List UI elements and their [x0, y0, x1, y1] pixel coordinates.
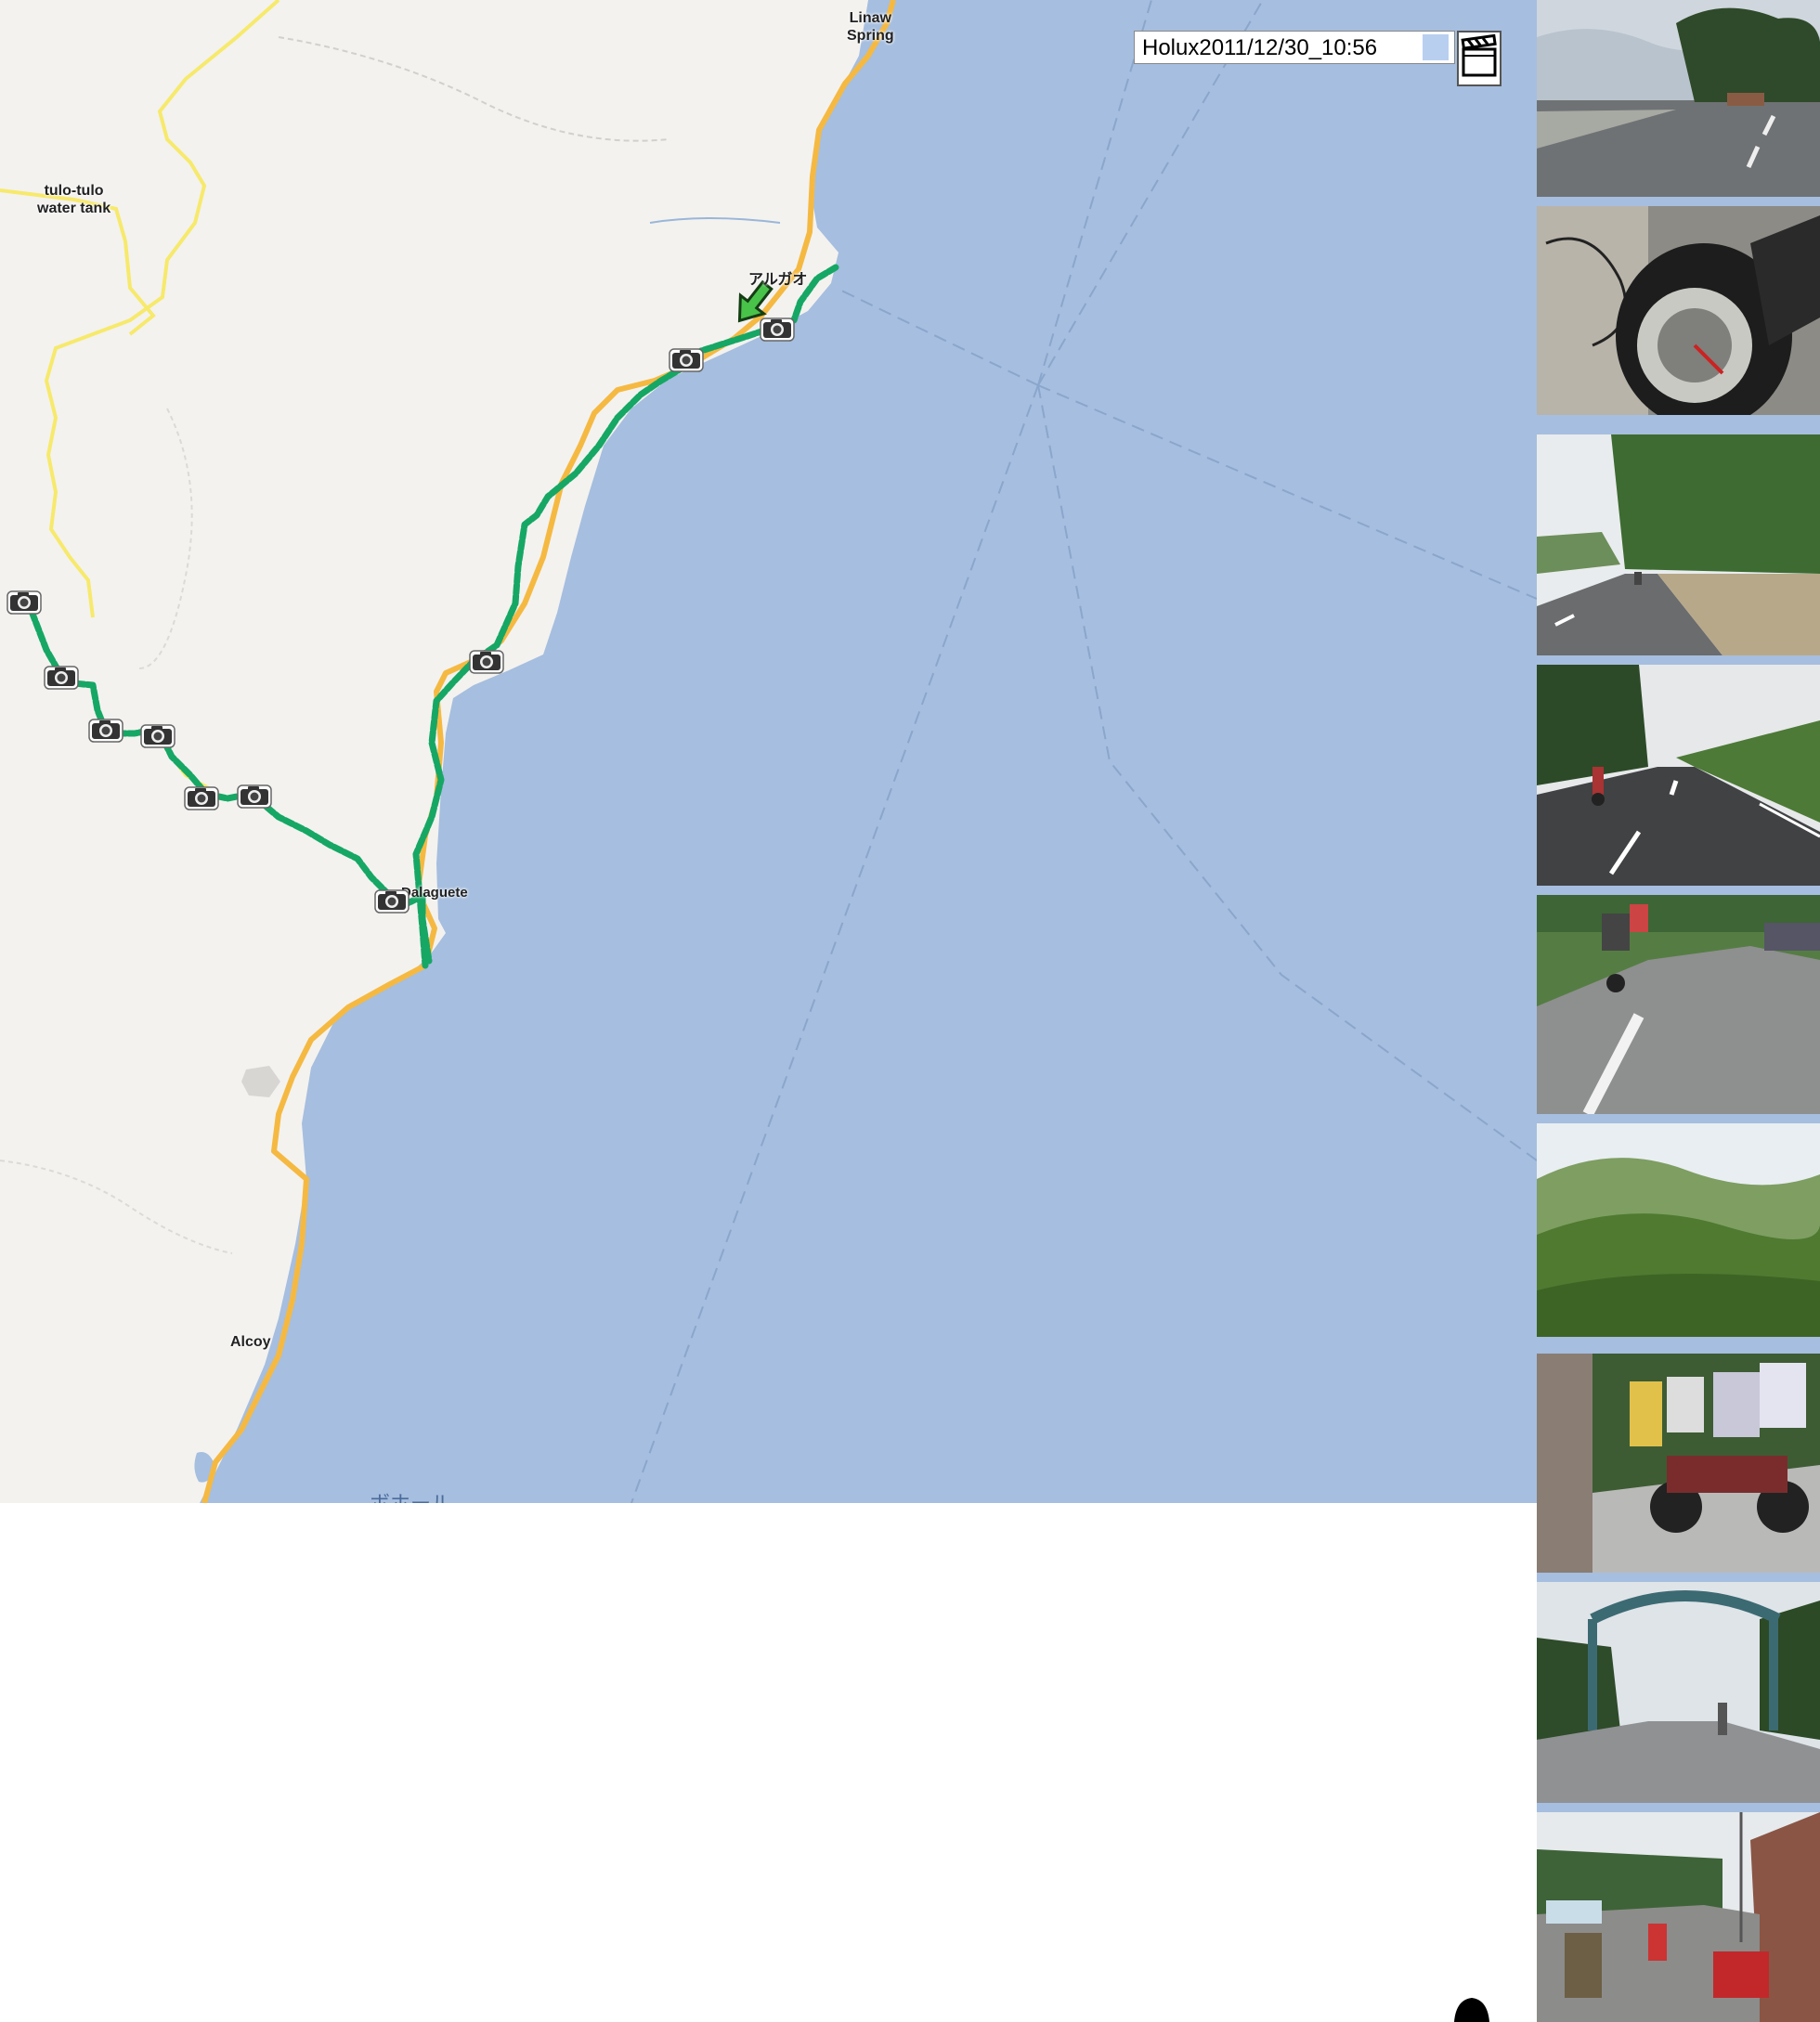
camera-icon[interactable] — [6, 588, 43, 616]
photo-strip[interactable] — [1537, 0, 1820, 2022]
camera-icon[interactable] — [43, 663, 80, 691]
map-view[interactable]: Linaw Spring tulo-tulo water tank アルガオ D… — [0, 0, 1537, 1503]
camera-icon[interactable] — [87, 716, 124, 744]
camera-icon[interactable] — [236, 782, 273, 810]
map-canvas — [0, 0, 1537, 1503]
track-title: Holux2011/12/30_10:56 — [1142, 35, 1378, 60]
camera-icon[interactable] — [668, 345, 705, 373]
street-view-pegman-icon[interactable] — [1449, 1994, 1495, 2022]
photo-thumbnail[interactable] — [1537, 0, 1820, 197]
photo-thumbnail[interactable] — [1537, 1354, 1820, 1573]
photo-thumbnail[interactable] — [1537, 665, 1820, 886]
photo-thumbnail[interactable] — [1537, 895, 1820, 1114]
place-label-water-tank: tulo-tulo water tank — [37, 183, 111, 216]
camera-icon[interactable] — [468, 647, 505, 675]
place-label-argao: アルガオ — [748, 272, 808, 288]
photo-thumbnail[interactable] — [1537, 1812, 1820, 2022]
camera-icon[interactable] — [373, 887, 410, 914]
photo-thumbnail[interactable] — [1537, 206, 1820, 425]
track-color-swatch[interactable] — [1423, 34, 1449, 60]
camera-icon[interactable] — [759, 315, 796, 343]
sea-label: ボホール — [370, 1487, 451, 1503]
place-label-alcoy: Alcoy — [230, 1334, 271, 1350]
place-label-dalaguete: Dalaguete — [401, 885, 468, 901]
camera-icon[interactable] — [139, 721, 176, 749]
camera-icon[interactable] — [183, 784, 220, 811]
track-selector[interactable]: Holux2011/12/30_10:56 — [1134, 31, 1455, 64]
clapperboard-icon — [1461, 33, 1497, 77]
photo-thumbnail[interactable] — [1537, 1123, 1820, 1344]
play-movie-button[interactable] — [1457, 31, 1502, 86]
place-label-linaw-spring: Linaw Spring — [847, 10, 894, 44]
photo-thumbnail[interactable] — [1537, 1582, 1820, 1803]
photo-thumbnail[interactable] — [1537, 434, 1820, 655]
